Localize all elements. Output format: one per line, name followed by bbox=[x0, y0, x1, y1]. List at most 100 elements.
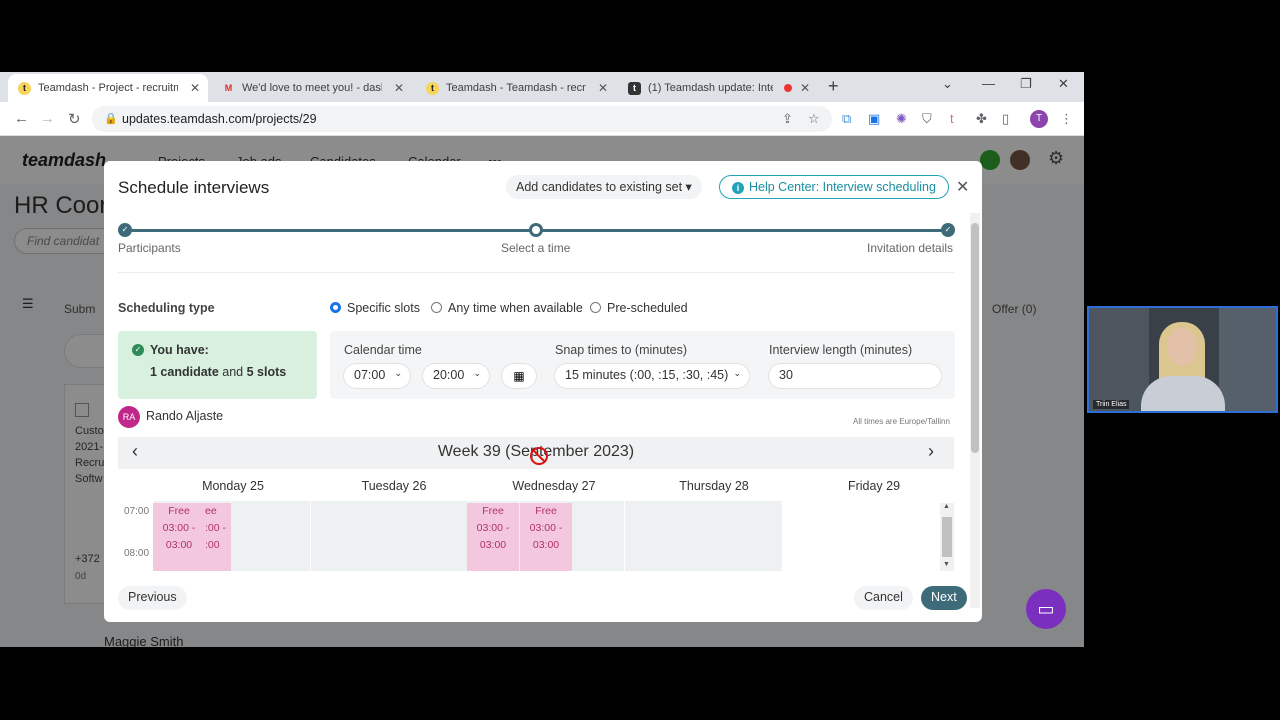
tab-teamdash-recruitment[interactable]: t Teamdash - Teamdash - recruitment ✕ bbox=[416, 74, 616, 102]
free-slot[interactable]: Free 03:00 - 03:00 bbox=[467, 503, 519, 571]
forward-icon[interactable]: → bbox=[40, 110, 55, 127]
scroll-up-icon[interactable]: ▲ bbox=[943, 503, 950, 510]
tab-teamdash-project[interactable]: t Teamdash - Project - recruitment ✕ bbox=[8, 74, 208, 102]
day-column[interactable] bbox=[782, 501, 942, 571]
slot-count: 5 slots bbox=[246, 365, 287, 379]
person-face bbox=[1167, 328, 1197, 366]
day-header-monday: Monday 25 bbox=[202, 479, 264, 493]
close-tab-icon[interactable]: ✕ bbox=[190, 74, 200, 102]
tab-search-icon[interactable]: ⌄ bbox=[942, 76, 953, 92]
extension-icon[interactable]: ⧉ bbox=[842, 111, 851, 127]
participant-row: RA Rando Aljaste bbox=[118, 406, 223, 428]
tab-title: (1) Teamdash update: Interview bbox=[648, 82, 773, 94]
chevron-down-icon: ⌄ bbox=[733, 368, 741, 378]
translate-icon[interactable]: ▣ bbox=[868, 111, 880, 127]
add-candidates-dropdown[interactable]: Add candidates to existing set ▾ bbox=[506, 175, 702, 199]
puzzle-icon[interactable]: ✤ bbox=[976, 111, 987, 127]
teamdash-extension-icon[interactable]: t bbox=[950, 111, 954, 126]
scroll-down-icon[interactable]: ▼ bbox=[943, 561, 950, 568]
select-value: 20:00 bbox=[433, 368, 465, 382]
step-current-dot bbox=[529, 223, 543, 237]
not-allowed-cursor-icon bbox=[530, 447, 548, 465]
interview-length-input[interactable]: 30 bbox=[769, 364, 941, 388]
tab-gmail[interactable]: M We'd love to meet you! - dashing ✕ bbox=[212, 74, 412, 102]
close-icon[interactable]: ✕ bbox=[956, 177, 969, 197]
tab-title: We'd love to meet you! - dashing bbox=[242, 82, 382, 94]
share-icon[interactable]: ⇪ bbox=[782, 111, 793, 127]
snap-times-select[interactable]: 15 minutes (:00, :15, :30, :45) ⌄ bbox=[555, 364, 749, 388]
close-window-icon[interactable]: ✕ bbox=[1058, 76, 1069, 92]
tab-title: Teamdash - Teamdash - recruitment bbox=[446, 82, 586, 94]
slot-time: :00 - bbox=[205, 522, 227, 534]
modal-scrollbar[interactable] bbox=[970, 213, 980, 608]
snap-times-label: Snap times to (minutes) bbox=[555, 343, 687, 357]
settings-panel: Calendar time 07:00 ⌄ 20:00 ⌄ ▦ Snap times… bbox=[330, 331, 955, 399]
step-participants[interactable]: Participants bbox=[118, 241, 181, 255]
radio-empty-icon bbox=[431, 302, 442, 313]
chat-support-icon[interactable]: ▭ bbox=[1026, 589, 1066, 629]
scheduling-type-label: Scheduling type bbox=[118, 301, 215, 315]
reload-icon[interactable]: ↻ bbox=[68, 110, 81, 128]
slot-time: 03:00 - bbox=[162, 522, 196, 534]
day-column[interactable] bbox=[310, 501, 467, 571]
free-slot[interactable]: Free 03:00 - 03:00 bbox=[153, 503, 205, 571]
shield-icon[interactable]: ⛉ bbox=[922, 111, 932, 127]
step-invitation-details[interactable]: Invitation details bbox=[867, 241, 953, 255]
calendar-grid[interactable]: 07:00 08:00 Free 03:00 -03:00 ee:00 -:00 … bbox=[118, 501, 942, 571]
day-header-thursday: Thursday 28 bbox=[679, 479, 749, 493]
slot-label: Free bbox=[482, 505, 504, 517]
calendar-icon[interactable]: ▦ bbox=[502, 364, 536, 388]
help-center-link[interactable]: i Help Center: Interview scheduling bbox=[719, 175, 949, 199]
radio-pre-scheduled[interactable]: Pre-scheduled bbox=[590, 301, 688, 315]
candidate-count: 1 candidate bbox=[150, 365, 219, 379]
close-tab-icon[interactable]: ✕ bbox=[394, 74, 404, 102]
slot-time: 03:00 bbox=[479, 539, 507, 551]
cancel-button[interactable]: Cancel bbox=[854, 586, 913, 610]
summary-heading: You have: bbox=[150, 343, 209, 357]
radio-specific-slots[interactable]: Specific slots bbox=[330, 301, 420, 315]
url-text[interactable]: updates.teamdash.com/projects/29 bbox=[122, 112, 317, 126]
tab-teamdash-update[interactable]: t (1) Teamdash update: Interview ✕ bbox=[618, 74, 818, 102]
avatar: RA bbox=[118, 406, 140, 428]
timezone-note: All times are Europe/Tallinn bbox=[853, 417, 950, 426]
back-icon[interactable]: ← bbox=[14, 110, 29, 127]
close-tab-icon[interactable]: ✕ bbox=[598, 74, 608, 102]
webcam-name-label: Triin Elias bbox=[1093, 400, 1130, 409]
close-tab-icon[interactable]: ✕ bbox=[800, 74, 810, 102]
sidebar-icon[interactable]: ▯ bbox=[1002, 111, 1009, 127]
teamdash-favicon-icon: t bbox=[628, 82, 641, 95]
info-icon: i bbox=[732, 182, 744, 194]
free-slot[interactable]: ee:00 -:00 bbox=[205, 503, 231, 571]
url-field[interactable]: 🔒 updates.teamdash.com/projects/29 ⇪ ☆ bbox=[92, 106, 832, 132]
calendar-start-select[interactable]: 07:00 ⌄ bbox=[344, 364, 410, 388]
step-select-time[interactable]: Select a time bbox=[501, 241, 570, 255]
lock-icon: 🔒 bbox=[104, 113, 118, 125]
day-column[interactable] bbox=[624, 501, 782, 571]
next-button[interactable]: Next bbox=[921, 586, 967, 610]
day-header-friday: Friday 29 bbox=[847, 479, 901, 493]
slot-time: 03:00 bbox=[532, 539, 560, 551]
profile-avatar[interactable]: T bbox=[1030, 110, 1048, 128]
schedule-interviews-modal: Schedule interviews Add candidates to ex… bbox=[104, 161, 982, 622]
scrollbar-thumb[interactable] bbox=[971, 223, 979, 453]
summary-box: ✓ You have: 1 candidate and 5 slots bbox=[118, 331, 317, 399]
scrollbar-thumb[interactable] bbox=[942, 517, 952, 557]
calendar-scrollbar[interactable]: ▲ ▼ bbox=[940, 503, 954, 571]
restore-icon[interactable]: ❐ bbox=[1020, 76, 1032, 92]
minimize-icon[interactable]: — bbox=[982, 76, 995, 91]
summary-counts: 1 candidate and 5 slots bbox=[150, 365, 286, 379]
radio-any-time[interactable]: Any time when available bbox=[431, 301, 583, 315]
calendar-time-label: Calendar time bbox=[344, 343, 422, 357]
previous-button[interactable]: Previous bbox=[118, 586, 187, 610]
chevron-right-icon[interactable]: › bbox=[928, 441, 934, 462]
menu-dots-icon[interactable]: ⋮ bbox=[1060, 111, 1073, 127]
slot-time: :00 bbox=[205, 539, 220, 551]
calendar-end-select[interactable]: 20:00 ⌄ bbox=[423, 364, 489, 388]
bookmark-star-icon[interactable]: ☆ bbox=[808, 111, 820, 127]
free-slot[interactable]: Free 03:00 - 03:00 bbox=[520, 503, 572, 571]
participant-name: Rando Aljaste bbox=[146, 409, 224, 423]
add-candidates-label: Add candidates to existing set bbox=[516, 180, 683, 194]
new-tab-icon[interactable]: + bbox=[828, 76, 839, 97]
slot-time: 03:00 - bbox=[476, 522, 510, 534]
extension-icon[interactable]: ✺ bbox=[896, 111, 907, 127]
